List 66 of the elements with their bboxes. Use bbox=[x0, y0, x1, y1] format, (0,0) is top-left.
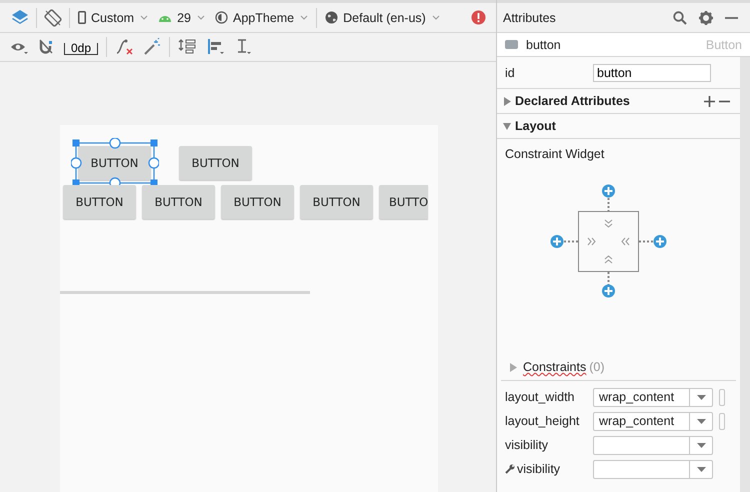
caret-icon bbox=[300, 15, 308, 20]
scrollbar[interactable] bbox=[60, 291, 310, 294]
globe-icon bbox=[325, 11, 338, 24]
android-icon bbox=[158, 13, 172, 22]
value-dropdown[interactable]: wrap_content bbox=[593, 388, 713, 406]
widget-button[interactable]: BUTTON bbox=[179, 146, 252, 180]
dropdown-arrow-icon bbox=[696, 442, 706, 448]
caret-icon bbox=[196, 15, 205, 20]
locale-dropdown[interactable]: Default (en-us) bbox=[323, 10, 442, 24]
add-icon[interactable] bbox=[704, 96, 715, 106]
button-widget-icon bbox=[505, 40, 518, 49]
expanded-triangle-icon bbox=[503, 122, 511, 130]
search-icon[interactable] bbox=[673, 10, 687, 24]
device-dropdown[interactable]: Custom bbox=[76, 10, 150, 24]
widget-button[interactable]: BUTTON bbox=[221, 185, 294, 219]
constraints-header[interactable]: Constraints (0) bbox=[501, 308, 736, 381]
pack-icon[interactable] bbox=[178, 38, 198, 56]
dropdown-arrow-icon bbox=[696, 394, 706, 400]
dropdown-arrow-icon bbox=[696, 466, 706, 472]
error-icon[interactable] bbox=[471, 10, 486, 25]
widget-button[interactable]: BUTTON bbox=[142, 185, 215, 219]
rotate-icon[interactable] bbox=[43, 8, 63, 28]
scrollbar[interactable] bbox=[740, 57, 750, 492]
add-constraint-button[interactable] bbox=[550, 235, 564, 248]
edit-handle[interactable] bbox=[719, 412, 725, 430]
attribute-label: id bbox=[505, 66, 516, 80]
collapsed-triangle-icon bbox=[503, 96, 511, 106]
widget-button[interactable]: BUTTO bbox=[379, 185, 428, 219]
widget-button[interactable]: BUTTON bbox=[63, 185, 136, 219]
component-name: button bbox=[526, 38, 561, 52]
constraints-count: (0) bbox=[589, 360, 605, 374]
section-header[interactable]: Layout bbox=[497, 114, 740, 139]
widget-button[interactable]: BUTTON bbox=[300, 185, 373, 219]
caret-icon bbox=[432, 15, 440, 20]
api-level-dropdown[interactable]: 29 bbox=[156, 10, 207, 24]
magic-wand-icon[interactable] bbox=[143, 38, 162, 56]
theme-icon bbox=[214, 11, 228, 24]
add-constraint-button[interactable] bbox=[602, 284, 615, 298]
clear-constraints-icon[interactable] bbox=[115, 38, 136, 56]
component-type: Button bbox=[706, 38, 742, 52]
add-constraint-button[interactable] bbox=[602, 184, 615, 198]
add-constraint-button[interactable] bbox=[654, 235, 666, 248]
settings-icon[interactable] bbox=[699, 10, 713, 24]
attribute-label: visibility bbox=[517, 462, 560, 476]
align-left-icon[interactable] bbox=[206, 38, 226, 56]
widget-label: Constraint Widget bbox=[504, 146, 606, 161]
caret-icon bbox=[140, 15, 148, 20]
attribute-label: visibility bbox=[505, 438, 548, 452]
section-header[interactable]: Declared Attributes bbox=[497, 89, 740, 114]
dropdown-arrow-icon bbox=[696, 418, 706, 424]
section-title: Layout bbox=[515, 119, 556, 133]
attribute-label: layout_height bbox=[505, 414, 580, 428]
selection-frame[interactable] bbox=[71, 138, 159, 188]
phone-icon bbox=[78, 11, 86, 24]
id-field[interactable]: button bbox=[593, 64, 711, 82]
collapsed-triangle-icon bbox=[509, 362, 517, 372]
section-title: Declared Attributes bbox=[515, 94, 630, 108]
attribute-label: layout_width bbox=[505, 390, 574, 404]
wrench-icon bbox=[505, 464, 515, 474]
panel-title: Attributes bbox=[503, 10, 556, 24]
theme-dropdown[interactable]: AppTheme bbox=[212, 10, 310, 24]
constraints-title: Constraints bbox=[523, 360, 586, 374]
widget-button[interactable]: BUTTON bbox=[78, 146, 151, 180]
margin-field[interactable]: 0dp bbox=[64, 43, 98, 55]
value-dropdown[interactable]: wrap_content bbox=[593, 412, 713, 430]
edit-handle[interactable] bbox=[719, 388, 725, 406]
